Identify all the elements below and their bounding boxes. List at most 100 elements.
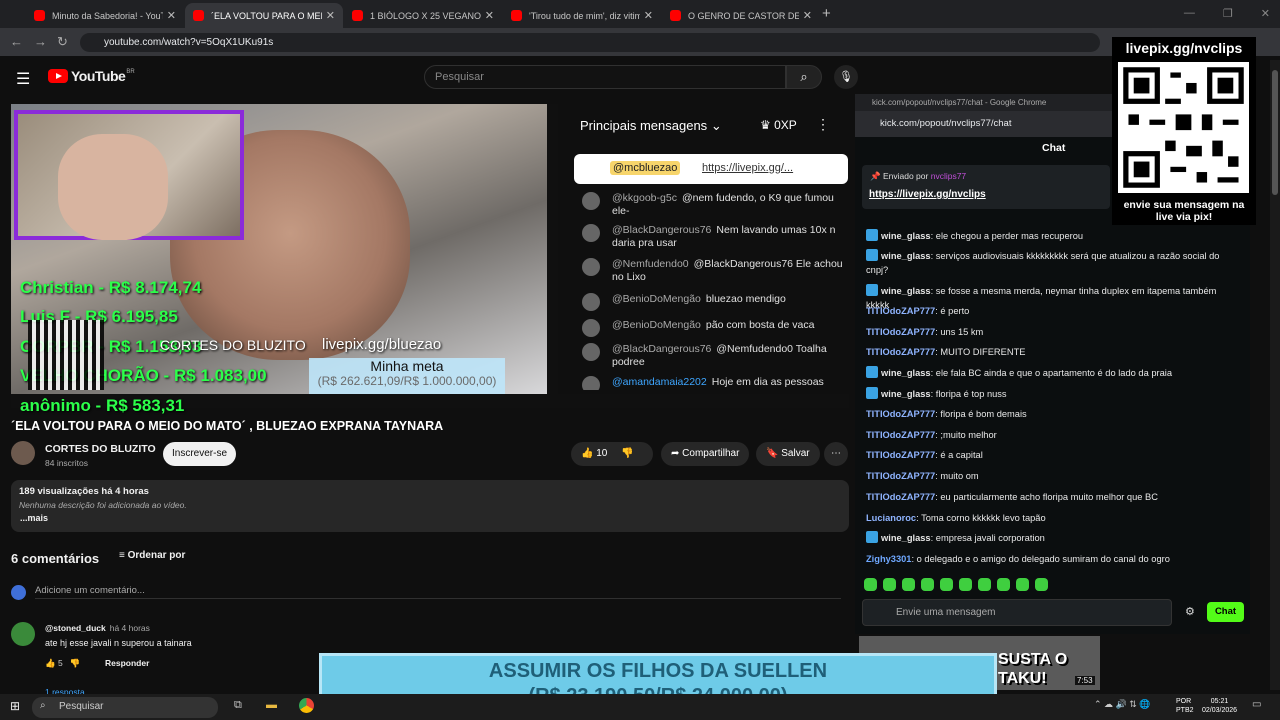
- pinned-message[interactable]: @mcbluezao https://livepix.gg/...: [574, 154, 848, 184]
- kick-message-input[interactable]: Envie uma mensagem: [862, 599, 1172, 626]
- reply-button[interactable]: Responder: [105, 658, 149, 668]
- chat-send-button[interactable]: Chat: [1207, 602, 1244, 622]
- gear-icon[interactable]: ⚙: [1185, 605, 1195, 618]
- close-icon[interactable]: ✕: [485, 9, 494, 22]
- kick-username[interactable]: TITIOdoZAP777: [866, 471, 935, 481]
- live-chat-title[interactable]: Principais mensagens ⌄: [580, 118, 722, 134]
- donor-line: Christian - R$ 8.174,74: [20, 278, 202, 297]
- url-field[interactable]: youtube.com/watch?v=5OqX1UKu91s: [80, 33, 1100, 52]
- tray-icons[interactable]: ⌃ ☁ 🔊 ⇅ 🌐: [1094, 699, 1151, 710]
- chrome-icon[interactable]: [299, 698, 314, 713]
- avatar: [582, 293, 600, 311]
- kick-message-text: é perto: [940, 306, 970, 316]
- emote-icon[interactable]: [940, 578, 953, 591]
- tab-tirou[interactable]: 'Tirou tudo de mim', diz vitima ✕: [503, 3, 661, 28]
- emote-icon[interactable]: [978, 578, 991, 591]
- tab-minuto[interactable]: Minuto da Sabedoria! - YouTub✕: [26, 3, 184, 28]
- back-icon[interactable]: ←: [10, 34, 23, 49]
- kick-username[interactable]: wine_glass: [881, 251, 931, 261]
- emote-icon[interactable]: [959, 578, 972, 591]
- kick-chat-message: TITIOdoZAP777: uns 15 km: [866, 325, 1241, 339]
- sort-button[interactable]: ≡ Ordenar por: [119, 550, 185, 561]
- close-icon[interactable]: ✕: [644, 9, 653, 22]
- menu-icon[interactable]: ☰: [16, 69, 30, 89]
- window-controls: — ❐ ✕: [1184, 7, 1270, 20]
- kick-message-text: ;muito melhor: [940, 430, 997, 440]
- more-icon[interactable]: ⋯: [824, 442, 848, 466]
- view-count: 189 visualizações há 4 horas: [19, 486, 149, 497]
- close-icon[interactable]: ✕: [326, 9, 335, 22]
- emote-icon[interactable]: [997, 578, 1010, 591]
- kick-username[interactable]: TITIOdoZAP777: [866, 492, 935, 502]
- inset-camera: [14, 110, 244, 240]
- show-more-link[interactable]: ...mais: [20, 513, 48, 523]
- comment-avatar[interactable]: [11, 622, 35, 646]
- kick-username[interactable]: TITIOdoZAP777: [866, 306, 935, 316]
- language-indicator[interactable]: POR PTB2: [1176, 697, 1194, 715]
- clock[interactable]: 05:21 02/03/2026: [1202, 697, 1237, 715]
- kick-username[interactable]: wine_glass: [881, 231, 931, 241]
- youtube-logo[interactable]: YouTube BR: [48, 68, 135, 84]
- emote-icon[interactable]: [921, 578, 934, 591]
- search-input[interactable]: Pesquisar: [424, 65, 786, 89]
- kick-username[interactable]: wine_glass: [881, 286, 931, 296]
- kick-message-text: Toma corno kkkkkk levo tapão: [921, 513, 1046, 523]
- taskbar-search[interactable]: Pesquisar: [32, 697, 218, 718]
- kick-username[interactable]: wine_glass: [881, 368, 931, 378]
- forward-icon[interactable]: →: [34, 34, 47, 49]
- dislike-button[interactable]: 👎: [621, 448, 633, 459]
- scrollbar-thumb[interactable]: [1272, 70, 1278, 195]
- kick-username[interactable]: TITIOdoZAP777: [866, 430, 935, 440]
- new-tab-icon[interactable]: +: [822, 5, 831, 22]
- tab-ela-voltou[interactable]: ´ELA VOLTOU PARA O MEIO ✕: [185, 3, 343, 28]
- kick-username[interactable]: Zighy3301: [866, 554, 911, 564]
- channel-name[interactable]: CORTES DO BLUZITO: [45, 443, 156, 455]
- kick-username[interactable]: Lucianoroc: [866, 513, 916, 523]
- emote-icon[interactable]: [902, 578, 915, 591]
- close-window-icon[interactable]: ✕: [1261, 7, 1270, 20]
- mic-icon[interactable]: 🎙: [834, 65, 858, 89]
- kick-username[interactable]: TITIOdoZAP777: [866, 347, 935, 357]
- notification-icon[interactable]: ▭: [1252, 699, 1261, 710]
- restore-icon[interactable]: ❐: [1223, 7, 1233, 20]
- badge-icon: [866, 249, 878, 261]
- kick-username[interactable]: wine_glass: [881, 533, 931, 543]
- save-button[interactable]: 🔖 Salvar: [756, 442, 820, 466]
- kick-chat-message: wine_glass: ele chegou a perder mas recu…: [866, 229, 1241, 243]
- kick-message-text: é a capital: [940, 450, 983, 460]
- kick-username[interactable]: TITIOdoZAP777: [866, 327, 935, 337]
- comment-author[interactable]: @stoned_duck há 4 horas: [45, 623, 150, 633]
- tab-genro[interactable]: O GENRO DE CASTOR DE ANDI✕: [662, 3, 820, 28]
- search-icon[interactable]: ⌕: [786, 65, 822, 89]
- emote-icon[interactable]: [1035, 578, 1048, 591]
- tab-biologo[interactable]: 1 BIÓLOGO X 25 VEGANOS | FI✕: [344, 3, 502, 28]
- kick-chat-message: wine_glass: serviços audiovisuais kkkkkk…: [866, 249, 1241, 277]
- kick-pinned-message[interactable]: 📌 Enviado por nvclips77 https://livepix.g…: [862, 165, 1110, 209]
- emote-icon[interactable]: [864, 578, 877, 591]
- channel-avatar[interactable]: [11, 441, 35, 465]
- close-icon[interactable]: ✕: [803, 9, 812, 22]
- close-icon[interactable]: ✕: [167, 9, 176, 22]
- chat-message: @BenioDoMengão bluezao mendigo: [580, 293, 848, 311]
- kick-username[interactable]: wine_glass: [881, 389, 931, 399]
- kick-message-text: uns 15 km: [940, 327, 984, 337]
- like-button[interactable]: 👍 10: [581, 448, 607, 459]
- more-icon[interactable]: ⋮: [816, 116, 830, 133]
- task-view-icon[interactable]: ⧉: [234, 699, 242, 712]
- kick-chat-message: TITIOdoZAP777: ;muito melhor: [866, 428, 1241, 442]
- file-explorer-icon[interactable]: ▬: [266, 699, 277, 711]
- comment-like-button[interactable]: 👍 5 👎: [45, 658, 80, 669]
- comment-input[interactable]: Adicione um comentário...: [35, 585, 841, 599]
- subscribe-button[interactable]: Inscrever-se: [163, 442, 236, 466]
- kick-username[interactable]: TITIOdoZAP777: [866, 450, 935, 460]
- comment-count: 6 comentários: [11, 551, 100, 566]
- kick-username[interactable]: TITIOdoZAP777: [866, 409, 935, 419]
- youtube-icon: [511, 10, 522, 21]
- minimize-icon[interactable]: —: [1184, 7, 1195, 20]
- windows-start-icon[interactable]: ⊞: [10, 699, 20, 713]
- chat-message: @BlackDangerous76 @Nemfudendo0 Toalha pod…: [580, 343, 848, 369]
- reload-icon[interactable]: ↻: [57, 34, 68, 50]
- share-button[interactable]: ➦ Compartilhar: [661, 442, 750, 466]
- emote-icon[interactable]: [1016, 578, 1029, 591]
- emote-icon[interactable]: [883, 578, 896, 591]
